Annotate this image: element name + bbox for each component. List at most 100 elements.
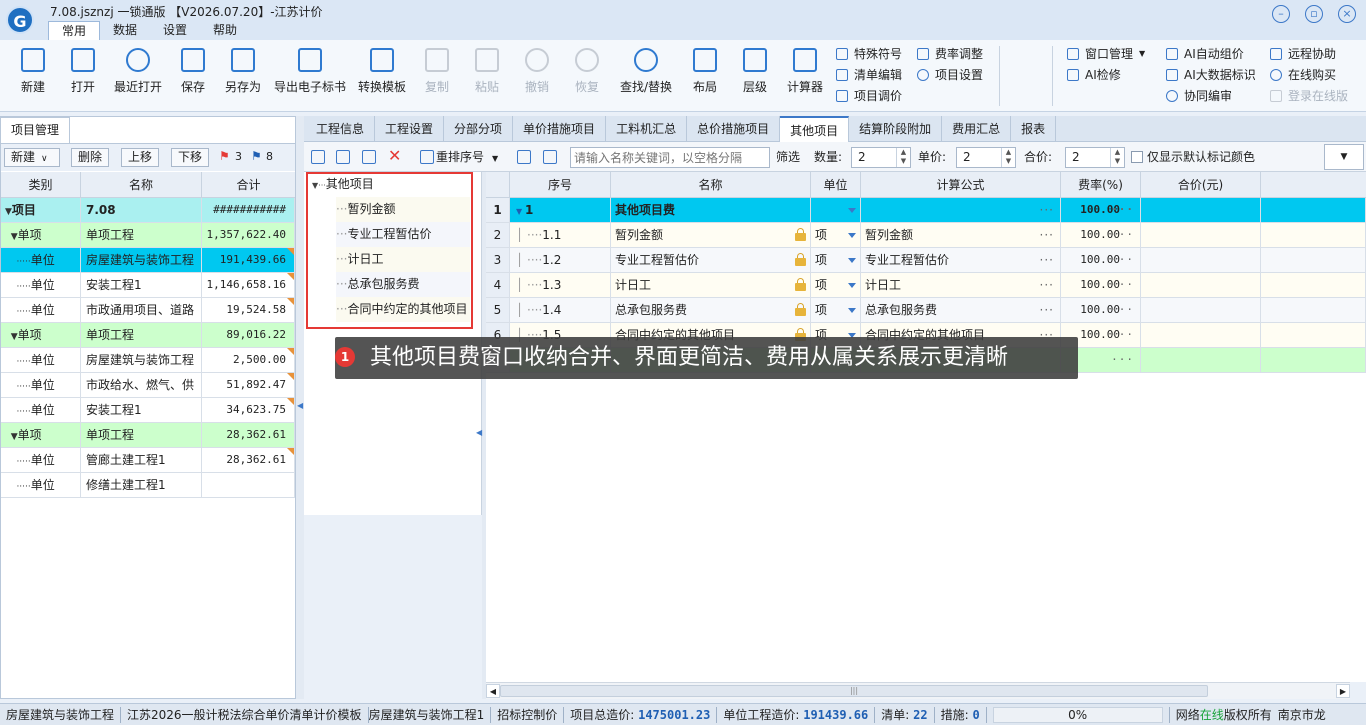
tab-other-items[interactable]: 其他项目 — [780, 116, 850, 142]
special-symbol-button[interactable]: 特殊符号 — [836, 45, 902, 63]
delete-row-icon[interactable]: ✕ — [388, 146, 401, 165]
price-stepper[interactable]: 2 ▲ ▼ — [956, 147, 1016, 168]
row-amount[interactable] — [1141, 223, 1261, 247]
header-name[interactable]: 名称 — [611, 172, 811, 197]
row-formula[interactable]: 暂列金额 ··· — [861, 223, 1061, 247]
menu-tab-help[interactable]: 帮助 — [200, 21, 250, 40]
row-formula[interactable]: 计日工 ··· — [861, 273, 1061, 297]
header-name[interactable]: 名称 — [81, 172, 202, 197]
header-total[interactable]: 合计 — [202, 172, 295, 197]
paste-button[interactable]: 粘贴 — [464, 44, 510, 108]
tab-sub-items[interactable]: 分部分项 — [444, 116, 514, 142]
online-buy-button[interactable]: 在线购买 — [1270, 66, 1348, 84]
row-name[interactable]: 专业工程暂估价 — [611, 248, 811, 272]
collab-review-button[interactable]: 协同编审 — [1166, 87, 1256, 105]
app-logo-icon[interactable]: G — [6, 6, 34, 34]
project-tree-row[interactable]: ·····单位 房屋建筑与装饰工程 191,439.66 — [1, 248, 295, 273]
copy-button[interactable]: 复制 — [414, 44, 460, 108]
collapse-left-icon[interactable]: ◀ — [297, 401, 303, 410]
recent-button[interactable]: 最近打开 — [110, 44, 166, 108]
scroll-right-icon[interactable]: ▶ — [1336, 684, 1350, 698]
project-tree-row[interactable]: ·····单位 市政通用项目、道路 19,524.58 — [1, 298, 295, 323]
row-unit[interactable]: 项 — [811, 223, 861, 247]
row-unit[interactable]: 项 — [811, 248, 861, 272]
menu-tab-settings[interactable]: 设置 — [150, 21, 200, 40]
row-unit[interactable]: 项 — [811, 298, 861, 322]
export-excel-icon[interactable] — [543, 150, 557, 164]
more-icon[interactable]: ··· — [1040, 298, 1054, 322]
restore-icon[interactable]: ▫ — [1305, 5, 1323, 23]
more-icon[interactable]: ··· — [1111, 348, 1134, 372]
indent-icon[interactable] — [362, 150, 376, 164]
remote-assist-button[interactable]: 远程协助 — [1270, 45, 1348, 63]
dropdown-icon[interactable]: ▼ — [1324, 144, 1364, 170]
grid-row[interactable]: 4 │ ····1.3 计日工项计日工 ··· 100.00 ··· — [486, 273, 1366, 298]
grid-row[interactable]: 1 ▼ 1 其他项目费 ··· 100.00 ··· — [486, 198, 1366, 223]
more-icon[interactable]: ··· — [1040, 248, 1054, 272]
export-bid-button[interactable]: 导出电子标书 — [270, 44, 350, 108]
more-icon[interactable]: ··· — [1111, 273, 1134, 297]
header-type[interactable]: 类别 — [1, 172, 81, 197]
project-tree-row[interactable]: ▼单项 单项工程 89,016.22 — [1, 323, 295, 348]
collapse-tree-icon[interactable]: ◀ — [476, 428, 482, 437]
move-down-button[interactable]: 下移 — [171, 148, 210, 167]
list-edit-button[interactable]: 清单编辑 — [836, 66, 902, 84]
project-tree-row[interactable]: ·····单位 修缮土建工程1 — [1, 473, 295, 498]
delete-button[interactable]: 删除 — [71, 148, 110, 167]
row-rate[interactable]: 100.00 ··· — [1061, 273, 1141, 297]
row-rate[interactable]: 100.00 ··· — [1061, 298, 1141, 322]
layout-button[interactable]: 布局 — [682, 44, 728, 108]
grid-row[interactable]: 2 │ ····1.1 暂列金额项暂列金额 ··· 100.00 ··· — [486, 223, 1366, 248]
row-unit[interactable] — [811, 198, 861, 222]
more-icon[interactable]: ··· — [1040, 223, 1054, 247]
more-icon[interactable]: ··· — [1111, 298, 1134, 322]
project-price-adjust-button[interactable]: 项目调价 — [836, 87, 902, 105]
grid-row[interactable]: 5 │ ····1.4 总承包服务费项总承包服务费 ··· 100.00 ··· — [486, 298, 1366, 323]
row-amount[interactable] — [1141, 348, 1261, 372]
renumber-button[interactable]: 重排序号 ▼ — [436, 142, 498, 172]
total-stepper[interactable]: 2 ▲ ▼ — [1065, 147, 1125, 168]
tab-fee-summary[interactable]: 费用汇总 — [942, 116, 1012, 142]
header-unit[interactable]: 单位 — [811, 172, 861, 197]
tab-settlement-addon[interactable]: 结算阶段附加 — [849, 116, 943, 142]
menu-tab-data[interactable]: 数据 — [100, 21, 150, 40]
save-button[interactable]: 保存 — [170, 44, 216, 108]
header-formula[interactable]: 计算公式 — [861, 172, 1061, 197]
move-up-button[interactable]: 上移 — [121, 148, 160, 167]
project-tree-row[interactable]: ▼单项 单项工程 1,357,622.40 — [1, 223, 295, 248]
grid-row[interactable]: 3 │ ····1.2 专业工程暂估价项专业工程暂估价 ··· 100.00 ··· — [486, 248, 1366, 273]
more-icon[interactable]: ··· — [1111, 198, 1134, 222]
tab-total-measures[interactable]: 总价措施项目 — [687, 116, 781, 142]
convert-template-button[interactable]: 转换模板 — [354, 44, 410, 108]
row-formula[interactable]: ··· — [861, 198, 1061, 222]
header-rate[interactable]: 费率(%) — [1061, 172, 1141, 197]
stepper-arrows-icon[interactable]: ▲ ▼ — [1110, 148, 1124, 167]
ai-bigdata-mark-button[interactable]: AI大数据标识 — [1166, 66, 1256, 84]
row-amount[interactable] — [1141, 273, 1261, 297]
row-name[interactable]: 暂列金额 — [611, 223, 811, 247]
minimize-icon[interactable]: – — [1272, 5, 1290, 23]
redo-button[interactable]: 恢复 — [564, 44, 610, 108]
project-tree-row[interactable]: ▼项目 7.08 ########### — [1, 198, 295, 223]
search-input[interactable] — [570, 147, 770, 168]
horizontal-scrollbar[interactable]: ◀ ||| ▶ — [486, 682, 1350, 699]
undo-button[interactable]: 撤销 — [514, 44, 560, 108]
new-button[interactable]: 新建 — [10, 44, 56, 108]
scroll-left-icon[interactable]: ◀ — [486, 684, 500, 698]
project-tree-row[interactable]: ·····单位 市政给水、燃气、供 51,892.47 — [1, 373, 295, 398]
row-name[interactable]: 其他项目费 — [611, 198, 811, 222]
import-icon[interactable] — [517, 150, 531, 164]
tab-materials-summary[interactable]: 工料机汇总 — [606, 116, 688, 142]
tab-reports[interactable]: 报表 — [1011, 116, 1057, 142]
row-amount[interactable] — [1141, 298, 1261, 322]
project-tree-row[interactable]: ·····单位 房屋建筑与装饰工程 2,500.00 — [1, 348, 295, 373]
header-amount[interactable]: 合价(元) — [1141, 172, 1261, 197]
project-settings-button[interactable]: 项目设置 — [917, 66, 983, 84]
row-formula[interactable]: 总承包服务费 ··· — [861, 298, 1061, 322]
header-seq[interactable]: 序号 — [510, 172, 611, 197]
row-unit[interactable]: 项 — [811, 273, 861, 297]
project-tree-row[interactable]: ·····单位 安装工程1 1,146,658.16 — [1, 273, 295, 298]
project-tree-row[interactable]: ·····单位 管廊土建工程1 28,362.61 — [1, 448, 295, 473]
insert-icon[interactable] — [311, 150, 325, 164]
default-color-checkbox[interactable] — [1131, 151, 1143, 163]
